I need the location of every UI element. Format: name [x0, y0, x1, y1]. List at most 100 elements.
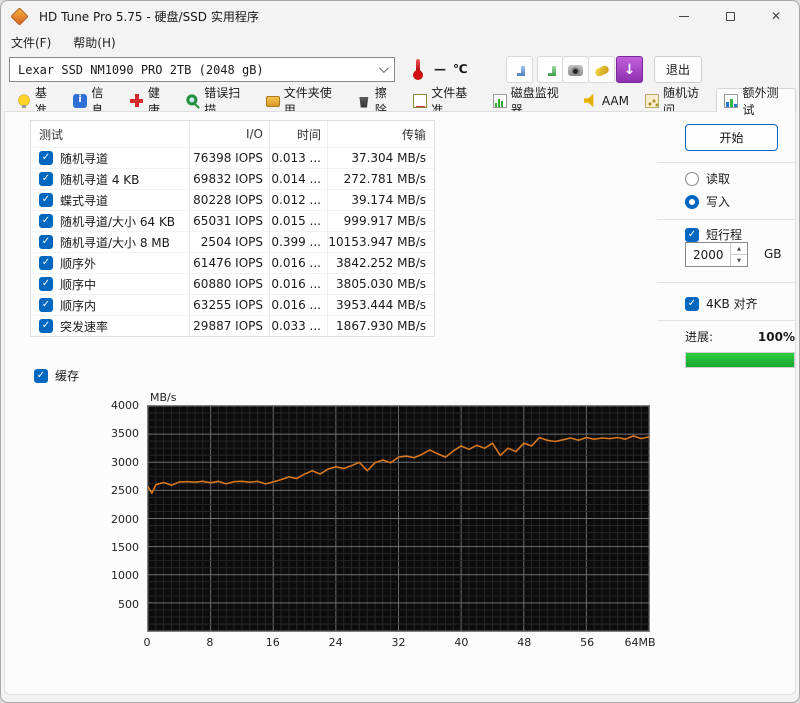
close-button[interactable]: ✕ — [753, 1, 799, 31]
row-checkbox[interactable] — [39, 151, 53, 165]
tab-benchmark[interactable]: 基准 — [9, 86, 65, 117]
exit-button[interactable]: 退出 — [654, 56, 702, 83]
tab-file-benchmark[interactable]: 文件基准 — [405, 86, 485, 117]
time-value: 0.016 ... — [269, 274, 327, 294]
cache-checkbox[interactable] — [34, 368, 48, 383]
spinner-up-icon[interactable]: ▲ — [731, 243, 747, 255]
time-value: 0.013 ... — [269, 148, 327, 168]
y-tick-label: 3000 — [111, 455, 139, 469]
benchmark-icon — [17, 93, 31, 108]
transfer-value: 272.781 MB/s — [327, 169, 432, 189]
temperature-value: — — [434, 62, 446, 76]
chart-svg — [148, 406, 649, 631]
row-checkbox[interactable] — [39, 298, 53, 312]
test-name: 顺序中 — [60, 277, 97, 292]
table-row[interactable]: 蝶式寻道 80228 IOPS0.012 ...39.174 MB/s — [31, 189, 434, 210]
row-checkbox[interactable] — [39, 319, 53, 333]
screenshot-button[interactable] — [562, 56, 589, 83]
transfer-value: 999.917 MB/s — [327, 211, 432, 231]
info-icon — [73, 93, 88, 108]
menu-file[interactable]: 文件(F) — [11, 34, 51, 51]
row-checkbox[interactable] — [39, 235, 53, 249]
gold-key-icon — [593, 64, 610, 78]
table-row[interactable]: 随机寻道/大小 64 KB 65031 IOPS0.015 ...999.917 … — [31, 210, 434, 231]
maximize-button[interactable] — [707, 1, 753, 31]
write-radio[interactable] — [685, 194, 699, 209]
col-header-time: 时间 — [269, 121, 327, 147]
time-value: 0.015 ... — [269, 211, 327, 231]
table-row[interactable]: 顺序外 61476 IOPS0.016 ...3842.252 MB/s — [31, 252, 434, 273]
read-radio-row[interactable]: 读取 — [685, 170, 730, 187]
read-radio[interactable] — [685, 171, 699, 186]
download-button[interactable]: ↓ — [616, 56, 643, 83]
transfer-value: 1867.930 MB/s — [327, 316, 432, 336]
row-checkbox[interactable] — [39, 256, 53, 270]
scan-icon — [186, 93, 201, 108]
tab-scan[interactable]: 错误扫描 — [178, 86, 258, 117]
spinner-down-icon[interactable]: ▼ — [731, 255, 747, 266]
title-bar: HD Tune Pro 5.75 - 硬盘/SSD 实用程序 ✕ — [1, 1, 799, 31]
start-button[interactable]: 开始 — [685, 124, 778, 151]
tab-bar: 基准信息健康错误扫描文件夹使用擦除文件基准磁盘监视器 AAM 随机访问额外测试 — [4, 86, 796, 117]
minimize-button[interactable] — [661, 1, 707, 31]
row-checkbox[interactable] — [39, 193, 53, 207]
tab-disk-monitor[interactable]: 磁盘监视器 — [485, 86, 576, 117]
short-stroke-size-value[interactable]: 2000 — [686, 243, 730, 266]
erase-icon — [359, 97, 369, 108]
random-access-icon — [644, 93, 659, 108]
short-stroke-checkbox[interactable] — [685, 227, 699, 242]
row-checkbox[interactable] — [39, 277, 53, 291]
short-stroke-size-spinner[interactable]: 2000 ▲ ▼ — [685, 242, 748, 267]
tab-aam[interactable]: AAM — [576, 88, 637, 112]
divider — [657, 320, 795, 321]
file-benchmark-icon — [413, 93, 428, 108]
transfer-value: 3953.444 MB/s — [327, 295, 432, 315]
x-tick-label: 24 — [328, 636, 343, 649]
table-header-row: 测试 I/O 时间 传输 — [31, 121, 434, 147]
tab-erase[interactable]: 擦除 — [349, 86, 405, 117]
folder-icon — [265, 96, 280, 107]
copy-text-button[interactable] — [506, 56, 533, 83]
copy-image-button[interactable] — [537, 56, 564, 83]
table-row[interactable]: 随机寻道/大小 8 MB 2504 IOPS0.399 ...10153.947 … — [31, 231, 434, 252]
tab-folder[interactable]: 文件夹使用 — [258, 86, 349, 117]
table-row[interactable]: 顺序中 60880 IOPS0.016 ...3805.030 MB/s — [31, 273, 434, 294]
drive-select[interactable]: Lexar SSD NM1090 PRO 2TB (2048 gB) — [9, 57, 395, 82]
tab-info[interactable]: 信息 — [65, 86, 121, 117]
x-tick-label: 0 — [143, 636, 151, 649]
save-button[interactable] — [588, 56, 615, 83]
progress-value: 100% — [757, 329, 795, 344]
spinner-arrows: ▲ ▼ — [730, 243, 747, 266]
aam-icon — [583, 93, 594, 108]
row-checkbox[interactable] — [39, 172, 53, 186]
x-tick-label: 56 — [580, 636, 595, 649]
benchmark-chart: MB/s 4000 3500 3000 2500 2000 1500 1000 500 0 8 1… — [100, 390, 670, 662]
y-tick-label: 4000 — [111, 399, 139, 412]
table-body: 随机寻道76398 IOPS0.013 ...37.304 MB/s随机寻道 4… — [31, 147, 434, 336]
tab-random-access[interactable]: 随机访问 — [637, 86, 717, 117]
chart-x-labels: 0 8 16 24 32 40 48 56 64MB — [143, 636, 656, 650]
io-value: 60880 IOPS — [189, 274, 269, 294]
align-4kb-row[interactable]: 4KB 对齐 — [685, 295, 758, 312]
col-header-io: I/O — [189, 121, 269, 147]
write-radio-row[interactable]: 写入 — [685, 193, 730, 210]
app-icon — [10, 6, 29, 26]
y-tick-label: 1000 — [111, 569, 139, 583]
menu-help[interactable]: 帮助(H) — [73, 34, 115, 51]
transfer-value: 3842.252 MB/s — [327, 253, 432, 273]
align-4kb-checkbox[interactable] — [685, 296, 699, 311]
table-row[interactable]: 顺序内 63255 IOPS0.016 ...3953.444 MB/s — [31, 294, 434, 315]
row-checkbox[interactable] — [39, 214, 53, 228]
table-row[interactable]: 突发速率 29887 IOPS0.033 ...1867.930 MB/s — [31, 315, 434, 336]
cache-row[interactable]: 缓存 — [34, 367, 79, 384]
table-row[interactable]: 随机寻道 76398 IOPS0.013 ...37.304 MB/s — [31, 147, 434, 168]
short-stroke-row[interactable]: 短行程 — [685, 226, 742, 243]
time-value: 0.399 ... — [269, 232, 327, 252]
tab-extra-tests[interactable]: 额外测试 — [716, 86, 796, 117]
divider — [657, 282, 795, 283]
tab-health[interactable]: 健康 — [122, 86, 178, 117]
disk-monitor-icon — [492, 93, 507, 108]
table-row[interactable]: 随机寻道 4 KB 69832 IOPS0.014 ...272.781 MB/s — [31, 168, 434, 189]
transfer-value: 37.304 MB/s — [327, 148, 432, 168]
time-value: 0.033 ... — [269, 316, 327, 336]
